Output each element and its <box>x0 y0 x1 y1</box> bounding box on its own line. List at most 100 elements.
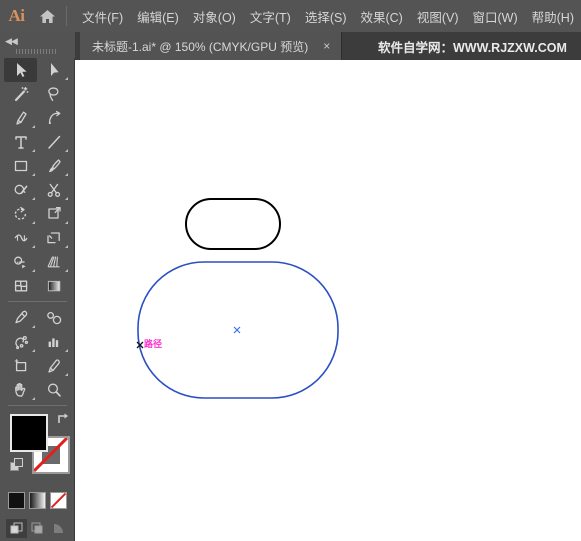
type-tool[interactable] <box>4 130 37 154</box>
shaper-tool[interactable] <box>4 178 37 202</box>
menu-help[interactable]: 帮助(H) <box>525 3 581 30</box>
draw-behind-button[interactable] <box>27 519 48 538</box>
draw-mode-buttons <box>6 519 70 539</box>
collapse-panel-icon[interactable]: ◀◀ <box>5 36 18 47</box>
panel-drag-handle[interactable] <box>16 49 56 54</box>
free-transform-tool[interactable] <box>37 226 70 250</box>
hand-tool-icon <box>14 382 25 397</box>
tool-flyout-indicator-icon[interactable] <box>65 173 68 176</box>
magic-wand-tool[interactable] <box>4 82 37 106</box>
column-graph-tool[interactable] <box>37 330 70 354</box>
column-graph-tool-icon <box>48 338 58 347</box>
artboard-canvas[interactable]: 路径 <box>75 60 581 541</box>
close-icon[interactable]: × <box>320 39 333 53</box>
symbol-sprayer-tool[interactable] <box>4 330 37 354</box>
artwork-layer <box>136 198 339 399</box>
tool-flyout-indicator-icon[interactable] <box>32 173 35 176</box>
tool-flyout-indicator-icon[interactable] <box>65 269 68 272</box>
width-tool-icon <box>13 234 28 242</box>
tool-row <box>4 178 71 202</box>
none-mode-button[interactable] <box>50 492 67 509</box>
pen-tool-icon <box>15 111 27 125</box>
zoom-tool[interactable] <box>37 378 70 402</box>
document-tab[interactable]: 未标题-1.ai* @ 150% (CMYK/GPU 预览) × <box>80 32 343 60</box>
blend-tool-icon <box>46 311 61 325</box>
menu-select[interactable]: 选择(S) <box>298 3 354 30</box>
tool-flyout-indicator-icon[interactable] <box>32 197 35 200</box>
tool-flyout-indicator-icon[interactable] <box>65 77 68 80</box>
tool-flyout-indicator-icon[interactable] <box>32 349 35 352</box>
curvature-tool-icon <box>48 110 60 125</box>
shape-builder-tool[interactable] <box>4 250 37 274</box>
tool-flyout-indicator-icon[interactable] <box>65 149 68 152</box>
rectangle-tool-icon <box>14 160 27 172</box>
artboard-tool-icon <box>14 359 26 372</box>
line-segment-tool[interactable] <box>37 130 70 154</box>
rounded-rectangle-black[interactable] <box>185 198 281 250</box>
shape-builder-tool-icon <box>13 256 26 269</box>
slice-tool-icon <box>47 359 60 373</box>
tool-row <box>4 58 71 82</box>
direct-selection-tool[interactable] <box>37 58 70 82</box>
color-mode-button[interactable] <box>8 492 25 509</box>
draw-inside-button[interactable] <box>48 519 69 538</box>
eyedropper-tool-icon <box>14 310 27 324</box>
tool-flyout-indicator-icon[interactable] <box>32 397 35 400</box>
menu-effect[interactable]: 效果(C) <box>353 3 409 30</box>
artboard-tool[interactable] <box>4 354 37 378</box>
tool-flyout-indicator-icon[interactable] <box>32 149 35 152</box>
scale-tool[interactable] <box>37 202 70 226</box>
perspective-grid-tool[interactable] <box>37 250 70 274</box>
fill-swatch[interactable] <box>10 414 48 452</box>
menu-edit[interactable]: 编辑(E) <box>130 3 186 30</box>
slice-tool[interactable] <box>37 354 70 378</box>
menu-type[interactable]: 文字(T) <box>243 3 298 30</box>
tools-separator <box>8 405 67 406</box>
default-fill-stroke-icon[interactable] <box>10 458 24 477</box>
symbol-sprayer-tool-icon <box>14 335 28 350</box>
tool-flyout-indicator-icon[interactable] <box>65 349 68 352</box>
zoom-tool-icon <box>47 383 61 397</box>
gradient-tool-icon <box>47 280 60 292</box>
tool-flyout-indicator-icon[interactable] <box>32 125 35 128</box>
rounded-rectangle-blue-selected[interactable] <box>137 261 339 399</box>
draw-normal-button[interactable] <box>6 519 27 538</box>
tool-flyout-indicator-icon[interactable] <box>32 269 35 272</box>
tool-flyout-indicator-icon[interactable] <box>65 221 68 224</box>
tool-flyout-indicator-icon[interactable] <box>65 373 68 376</box>
selection-tool[interactable] <box>4 58 37 82</box>
lasso-tool[interactable] <box>37 82 70 106</box>
home-icon[interactable] <box>33 0 62 32</box>
tools-grid <box>4 58 71 410</box>
swap-fill-stroke-icon[interactable] <box>56 412 69 430</box>
tool-flyout-indicator-icon[interactable] <box>32 245 35 248</box>
menu-window[interactable]: 窗口(W) <box>466 3 525 30</box>
tool-flyout-indicator-icon[interactable] <box>65 197 68 200</box>
mesh-tool[interactable] <box>4 274 37 298</box>
width-tool[interactable] <box>4 226 37 250</box>
hand-tool[interactable] <box>4 378 37 402</box>
gradient-mode-button[interactable] <box>29 492 46 509</box>
tool-row <box>4 306 71 330</box>
menu-view[interactable]: 视图(V) <box>410 3 466 30</box>
gradient-tool[interactable] <box>37 274 70 298</box>
paintbrush-tool[interactable] <box>37 154 70 178</box>
menu-object[interactable]: 对象(O) <box>186 3 243 30</box>
tool-flyout-indicator-icon[interactable] <box>32 221 35 224</box>
document-tab-label: 未标题-1.ai* @ 150% (CMYK/GPU 预览) <box>92 39 309 54</box>
scissors-tool[interactable] <box>37 178 70 202</box>
smart-guide-label: 路径 <box>144 340 163 350</box>
paintbrush-tool-icon <box>48 159 61 173</box>
blend-tool[interactable] <box>37 306 70 330</box>
pen-tool[interactable] <box>4 106 37 130</box>
tools-separator <box>8 301 67 302</box>
tool-flyout-indicator-icon[interactable] <box>32 325 35 328</box>
eyedropper-tool[interactable] <box>4 306 37 330</box>
tool-flyout-indicator-icon[interactable] <box>65 245 68 248</box>
shaper-tool-icon <box>14 184 27 195</box>
menu-file[interactable]: 文件(F) <box>75 3 130 30</box>
rectangle-tool[interactable] <box>4 154 37 178</box>
rotate-tool[interactable] <box>4 202 37 226</box>
curvature-tool[interactable] <box>37 106 70 130</box>
tool-row <box>4 82 71 106</box>
